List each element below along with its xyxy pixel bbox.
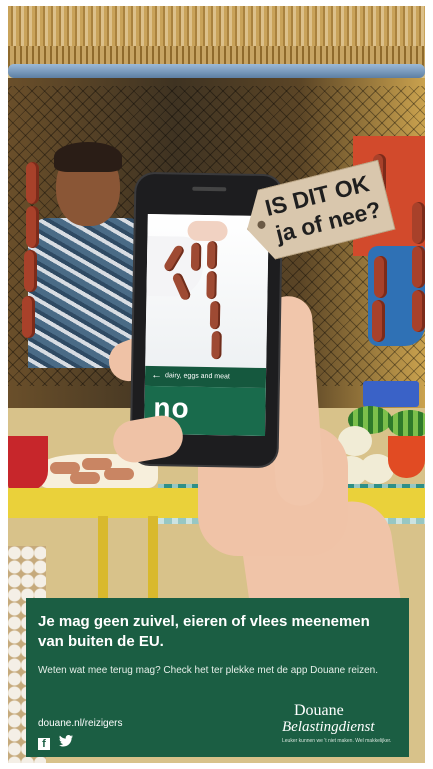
- red-basket: [8, 436, 48, 491]
- orange-bowl: [388, 436, 425, 478]
- blue-crate: [363, 381, 419, 407]
- holding-hand: [187, 220, 228, 242]
- category-label: dairy, eggs and meat: [164, 372, 230, 381]
- photo-sausage: [211, 331, 222, 360]
- hanging-sausage: [374, 256, 387, 298]
- category-bar[interactable]: ← dairy, eggs and meat: [144, 365, 267, 389]
- hanging-sausage: [26, 206, 39, 248]
- phone-screen: ← dairy, eggs and meat no: [144, 213, 269, 437]
- watermelon: [388, 410, 425, 438]
- vendor-hair: [54, 142, 122, 172]
- phone-speaker: [192, 186, 227, 192]
- twitter-icon[interactable]: [59, 734, 74, 752]
- photo-sausage: [190, 242, 202, 271]
- hanging-sausage: [412, 290, 425, 332]
- social-links: f: [38, 734, 74, 752]
- table-leg: [148, 516, 158, 606]
- headline: Je mag geen zuivel, eieren of vlees meen…: [38, 613, 370, 650]
- smiling-vendor: [28, 142, 148, 368]
- logo-tagline: Leuker kunnen we 't niet maken. Wel makk…: [282, 738, 392, 744]
- hanging-sausage: [372, 300, 385, 342]
- subtext: Weten wat mee terug mag? Check het ter p…: [38, 665, 379, 676]
- info-panel: Je mag geen zuivel, eieren of vlees meen…: [26, 598, 409, 757]
- hanging-sausage: [412, 246, 425, 288]
- advertisement-poster: ← dairy, eggs and meat no IS DIT OK ja o…: [8, 6, 425, 763]
- table-leg: [98, 516, 108, 606]
- hanging-sausage: [26, 162, 39, 204]
- facebook-icon[interactable]: f: [38, 738, 50, 750]
- hanging-sausage: [24, 250, 37, 292]
- sausage-photo: [145, 213, 269, 369]
- website-link[interactable]: douane.nl/reizigers: [38, 718, 123, 730]
- photo-sausage: [206, 241, 218, 270]
- hanging-sausage: [22, 296, 35, 338]
- arrow-left-icon[interactable]: ←: [151, 368, 162, 382]
- logo-belastingdienst: Belastingdienst: [282, 719, 375, 735]
- hanging-sausage: [412, 202, 425, 244]
- tag-hole: [257, 220, 267, 230]
- photo-sausage: [209, 301, 221, 330]
- tray-sausage: [104, 468, 134, 480]
- photo-sausage: [206, 270, 217, 300]
- blue-pole: [8, 64, 425, 78]
- tray-sausage: [70, 472, 100, 484]
